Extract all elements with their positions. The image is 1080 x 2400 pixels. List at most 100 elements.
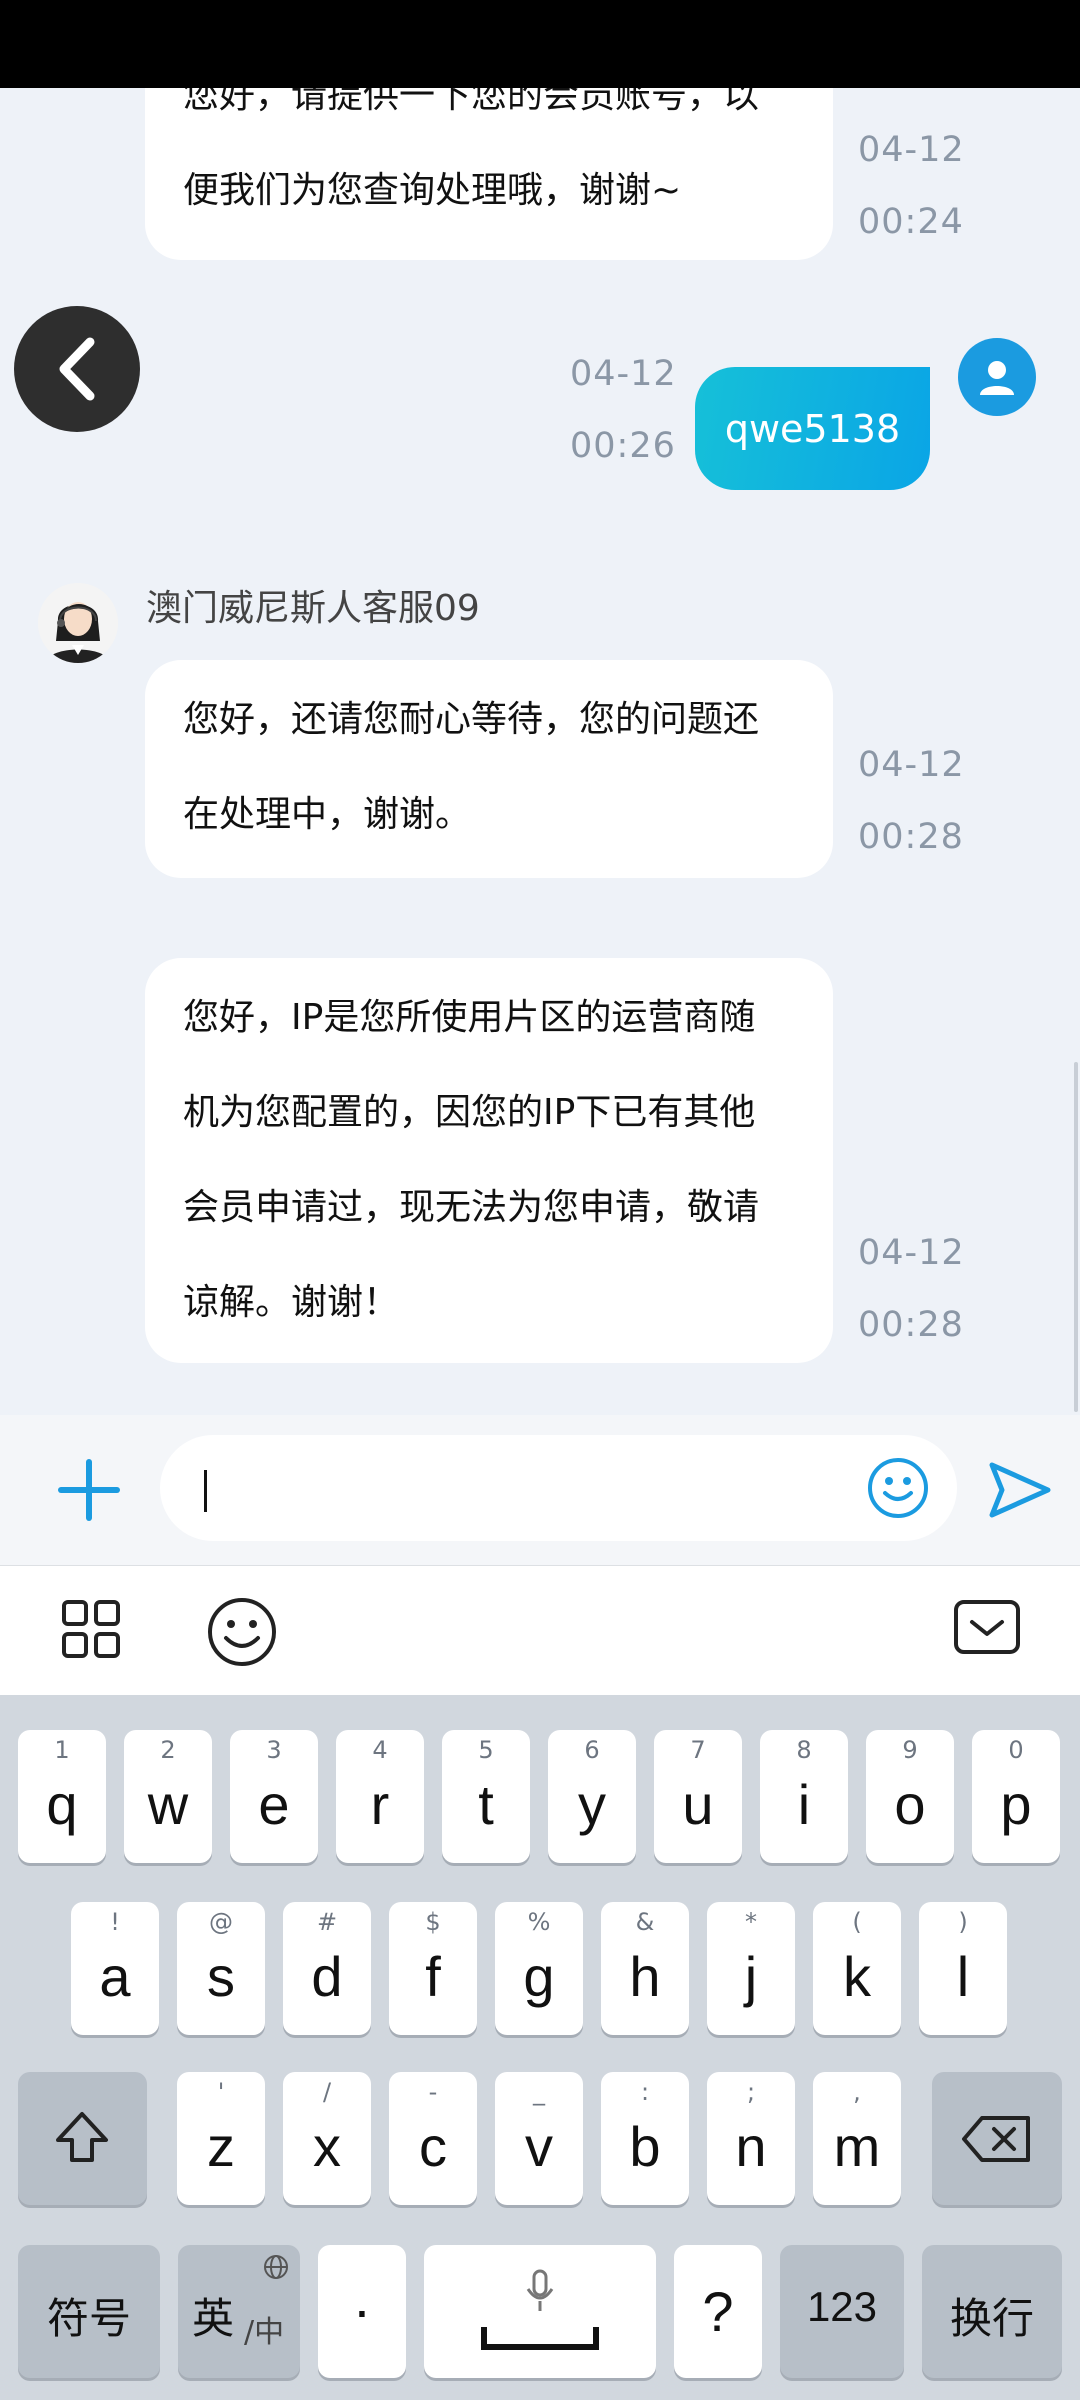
key-label: z [207,2115,235,2178]
language-switch-key[interactable]: 英 /中 [178,2245,300,2378]
key-label: q [46,1773,78,1836]
key-hint: & [635,1908,655,1936]
language-key-label: 英 [192,2295,235,2342]
key-u[interactable]: 7u [654,1730,742,1863]
key-hint: ' [217,2078,225,2106]
agent-message-bubble[interactable]: 您好，还请您耐心等待，您的问题还 在处理中，谢谢。 [145,660,833,878]
message-line: 机为您配置的，因您的IP下已有其他 [183,1092,756,1133]
key-l[interactable]: ) l [919,1902,1007,2035]
keyboard-emoji-button[interactable] [204,1594,280,1670]
key-hint: 6 [584,1736,600,1764]
dot-key-label: · [352,2278,372,2341]
key-hint: ! [110,1908,120,1936]
globe-icon [264,2255,288,2279]
key-k[interactable]: (k [813,1902,901,2035]
key-label: g [523,1945,555,2008]
language-key-sublabel: /中 [244,2315,285,2350]
numbers-key[interactable]: 123 [780,2245,904,2378]
key-label: f [425,1945,441,2008]
chat-area[interactable]: 您好，请提供一下您的会员账号，以 便我们为您查询处理哦，谢谢~ 04-12 00… [0,88,1080,1415]
backspace-key[interactable] [932,2072,1062,2205]
smiley-icon [868,1458,928,1518]
key-t[interactable]: 5t [442,1730,530,1863]
agent-name: 澳门威尼斯人客服09 [146,588,480,629]
key-z[interactable]: ' z [177,2072,265,2205]
key-label: n [735,2115,767,2178]
add-button[interactable] [52,1453,126,1527]
keyboard-hide-icon [954,1600,1020,1654]
agent-message-bubble[interactable]: 您好，IP是您所使用片区的运营商随 机为您配置的，因您的IP下已有其他 会员申请… [145,958,833,1363]
message-time: 00:26 [570,426,676,466]
message-timestamp: 04-12 00:26 [570,338,677,482]
key-hint: 8 [796,1736,812,1764]
key-label: u [682,1773,714,1836]
key-hint: ) [958,1908,968,1936]
message-input[interactable] [160,1435,957,1541]
key-p[interactable]: 0p [972,1730,1060,1863]
key-s[interactable]: @ s [177,1902,265,2035]
key-label: v [525,2115,553,2178]
key-c[interactable]: -c [389,2072,477,2205]
agent-message-bubble[interactable]: 您好，请提供一下您的会员账号，以 便我们为您查询处理哦，谢谢~ [145,88,833,260]
key-label: w [147,1773,189,1836]
key-y[interactable]: 6y [548,1730,636,1863]
key-h[interactable]: & h [601,1902,689,2035]
key-b[interactable]: :b [601,2072,689,2205]
emoji-button[interactable] [865,1455,931,1521]
user-avatar[interactable] [958,338,1036,416]
key-o[interactable]: 9o [866,1730,954,1863]
key-hint: @ [209,1908,233,1936]
hide-keyboard-button[interactable] [952,1596,1022,1660]
key-w[interactable]: 2w [124,1730,212,1863]
key-a[interactable]: ! a [71,1902,159,2035]
plus-icon [58,1459,120,1521]
key-label: t [478,1773,494,1836]
message-line: 会员申请过，现无法为您申请，敬请 [183,1187,760,1228]
agent-avatar[interactable] [38,583,118,663]
key-hint: 4 [372,1736,388,1764]
space-key[interactable] [424,2245,656,2378]
shift-key[interactable] [18,2072,147,2205]
key-label: x [313,2115,341,2178]
key-hint: - [428,2078,438,2106]
enter-key[interactable]: 换行 [922,2245,1062,2378]
key-x[interactable]: / x [283,2072,371,2205]
microphone-icon [526,2269,554,2311]
key-g[interactable]: % g [495,1902,583,2035]
question-key[interactable]: ? [674,2245,762,2378]
scrollbar[interactable] [1074,1062,1078,1412]
message-line: 您好，IP是您所使用片区的运营商随 [183,997,756,1038]
user-message-bubble[interactable]: qwe5138 [695,367,930,490]
key-hint: , [853,2078,861,2106]
key-hint: $ [425,1908,441,1936]
key-hint: : [640,2078,650,2106]
key-j[interactable]: * j [707,1902,795,2035]
status-bar [0,0,1080,88]
key-label: y [578,1773,606,1836]
backspace-icon [962,2116,1030,2162]
text-caret [204,1470,207,1512]
dot-key[interactable]: · [318,2245,406,2378]
key-hint: / [322,2078,332,2106]
key-f[interactable]: $ f [389,1902,477,2035]
symbols-key[interactable]: 符号 [18,2245,160,2378]
send-button[interactable] [984,1455,1054,1525]
key-label: e [258,1773,290,1836]
key-q[interactable]: 1q [18,1730,106,1863]
message-time: 00:24 [858,202,964,242]
key-label: i [797,1773,811,1836]
apps-grid-button[interactable] [56,1594,126,1664]
key-label: s [207,1945,235,2008]
key-d[interactable]: # d [283,1902,371,2035]
message-date: 04-12 [858,1233,965,1273]
key-hint: 9 [902,1736,918,1764]
key-r[interactable]: 4r [336,1730,424,1863]
message-line: 谅解。谢谢！ [183,1282,400,1323]
key-n[interactable]: ; n [707,2072,795,2205]
key-i[interactable]: 8i [760,1730,848,1863]
key-m[interactable]: ,m [813,2072,901,2205]
key-e[interactable]: 3e [230,1730,318,1863]
back-button[interactable] [14,306,140,432]
key-v[interactable]: _ v [495,2072,583,2205]
key-hint: 1 [54,1736,70,1764]
